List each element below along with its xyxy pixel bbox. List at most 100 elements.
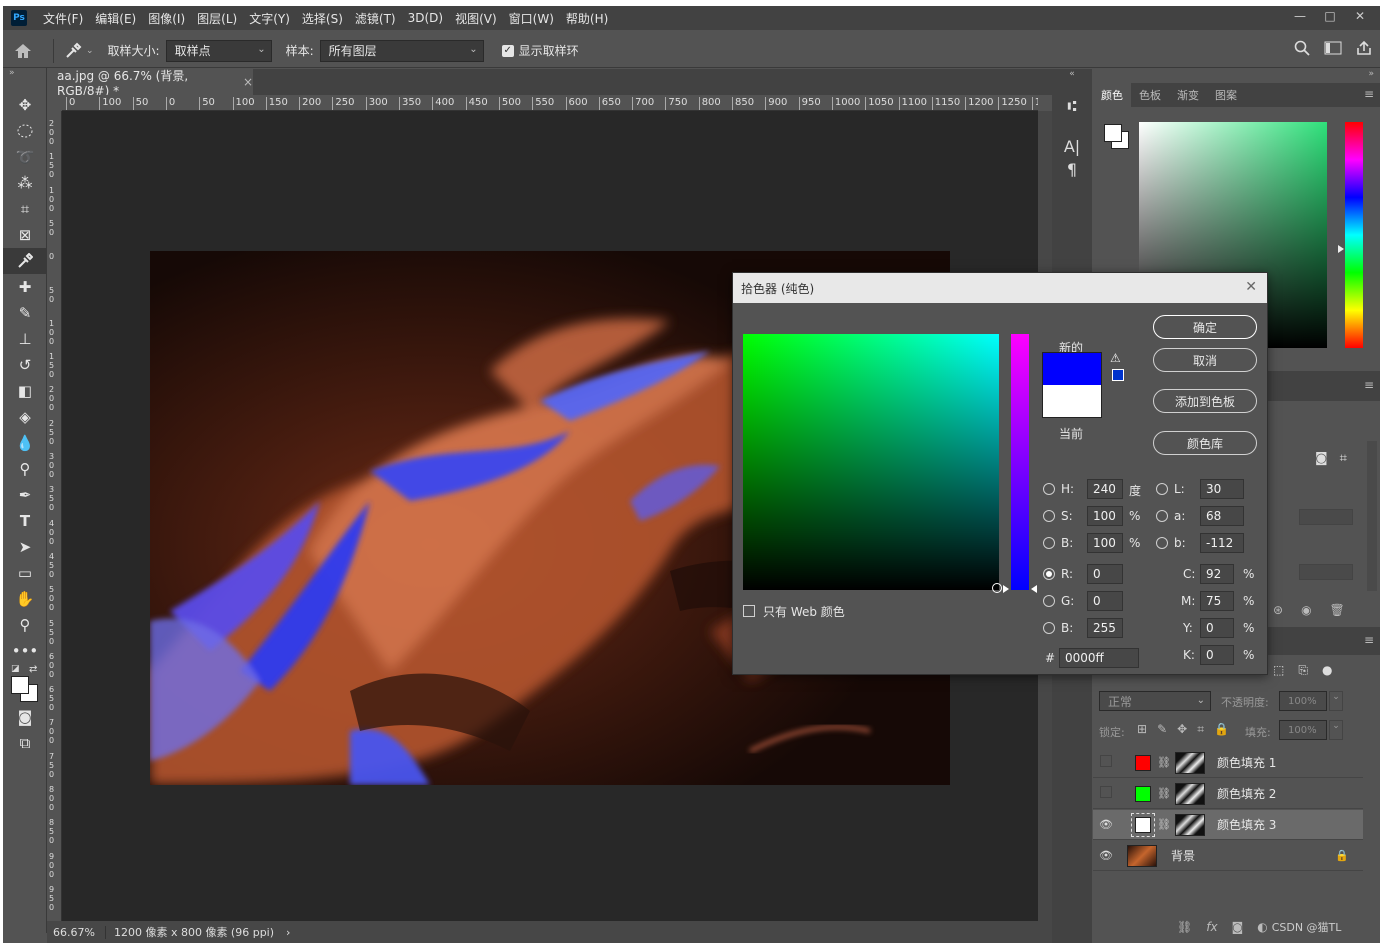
- type-tool-icon[interactable]: T: [3, 508, 47, 534]
- web-colors-label[interactable]: 只有 Web 颜色: [763, 603, 845, 620]
- paint-bucket-tool-icon[interactable]: ◈: [3, 404, 47, 430]
- lasso-tool-icon[interactable]: ➰: [3, 144, 47, 170]
- link-icon[interactable]: ⛓: [1157, 787, 1171, 800]
- lab-b-input[interactable]: -112: [1200, 533, 1244, 553]
- add-mask-icon[interactable]: ◙: [1232, 920, 1244, 934]
- blue-input[interactable]: 255: [1087, 618, 1123, 638]
- blend-mode-select[interactable]: 正常 ⌄: [1099, 691, 1211, 711]
- tab-gradients[interactable]: 渐变: [1169, 83, 1207, 107]
- search-icon[interactable]: [1294, 40, 1310, 56]
- layer-mask-thumbnail[interactable]: [1174, 813, 1205, 836]
- mask-icon[interactable]: ◙: [1315, 451, 1328, 466]
- menu-image[interactable]: 图像(I): [142, 10, 191, 27]
- layer-fill-swatch[interactable]: [1131, 812, 1155, 837]
- rectangle-tool-icon[interactable]: ▭: [3, 560, 47, 586]
- panel-menu-icon[interactable]: ≡: [1364, 633, 1374, 647]
- show-ring-checkbox[interactable]: ✓: [501, 44, 514, 57]
- clone-stamp-tool-icon[interactable]: ⊥: [3, 326, 47, 352]
- menu-window[interactable]: 窗口(W): [503, 10, 560, 27]
- filter-smart-object-icon[interactable]: ⎘: [1298, 663, 1308, 678]
- c-input[interactable]: 92: [1200, 564, 1234, 584]
- eyedropper-tool-icon[interactable]: [3, 248, 47, 274]
- hex-input[interactable]: 0000ff: [1059, 648, 1139, 668]
- layer-mask-thumbnail[interactable]: [1174, 751, 1205, 774]
- a-radio[interactable]: [1156, 510, 1168, 522]
- share-icon[interactable]: [1356, 40, 1372, 56]
- more-tools-icon[interactable]: •••: [3, 638, 47, 664]
- hue-slider[interactable]: [1011, 334, 1029, 590]
- s-radio[interactable]: [1043, 510, 1055, 522]
- character-panel-icon[interactable]: A|: [1062, 137, 1082, 156]
- a-input[interactable]: 68: [1200, 506, 1244, 526]
- opacity-chevron-icon[interactable]: ⌄: [1329, 691, 1343, 711]
- eye-icon[interactable]: 👁: [1093, 818, 1119, 831]
- visibility-icon[interactable]: ◉: [1301, 603, 1311, 617]
- default-colors-icon[interactable]: ◪: [11, 664, 20, 674]
- eye-option-icon[interactable]: ⊛: [1273, 603, 1283, 617]
- h-input[interactable]: 240: [1087, 479, 1123, 499]
- paragraph-panel-icon[interactable]: ¶: [1062, 160, 1082, 179]
- trash-icon[interactable]: 🗑: [1330, 603, 1345, 617]
- status-menu-arrow-icon[interactable]: ›: [274, 926, 290, 939]
- path-selection-tool-icon[interactable]: ➤: [3, 534, 47, 560]
- lock-transparent-icon[interactable]: ⊞: [1137, 722, 1147, 737]
- lab-b-radio[interactable]: [1156, 537, 1168, 549]
- blur-tool-icon[interactable]: 💧: [3, 430, 47, 456]
- document-tab[interactable]: aa.jpg @ 66.7% (背景, RGB/8#) * ×: [47, 69, 253, 98]
- m-input[interactable]: 75: [1200, 591, 1234, 611]
- collapse-panels-icon[interactable]: »: [1093, 69, 1380, 83]
- blue-radio[interactable]: [1043, 622, 1055, 634]
- show-ring-label[interactable]: 显示取样环: [519, 42, 579, 59]
- quick-mask-icon[interactable]: ◙: [3, 704, 47, 730]
- history-panel-icon[interactable]: ⑆: [1062, 97, 1082, 115]
- layer-row[interactable]: ⛓ 颜色填充 1: [1093, 748, 1363, 778]
- menu-edit[interactable]: 编辑(E): [89, 10, 142, 27]
- menu-type[interactable]: 文字(Y): [243, 10, 296, 27]
- menu-select[interactable]: 选择(S): [296, 10, 349, 27]
- fill-chevron-icon[interactable]: ⌄: [1329, 720, 1343, 740]
- r-input[interactable]: 0: [1087, 564, 1123, 584]
- layer-name[interactable]: 颜色填充 1: [1217, 754, 1276, 771]
- minimize-button[interactable]: —: [1288, 6, 1312, 26]
- menu-view[interactable]: 视图(V): [449, 10, 503, 27]
- fill-input[interactable]: 100%: [1279, 720, 1327, 740]
- link-icon[interactable]: ⛓: [1157, 756, 1171, 769]
- layer-name[interactable]: 颜色填充 3: [1217, 816, 1276, 833]
- web-colors-checkbox[interactable]: [743, 605, 755, 617]
- brightness-radio[interactable]: [1043, 537, 1055, 549]
- collapse-toolbar-icon[interactable]: »: [3, 68, 46, 92]
- panel-menu-icon[interactable]: ≡: [1364, 87, 1374, 101]
- lock-pixels-icon[interactable]: ✎: [1157, 722, 1167, 737]
- healing-brush-tool-icon[interactable]: ✚: [3, 274, 47, 300]
- g-input[interactable]: 0: [1087, 591, 1123, 611]
- cancel-button[interactable]: 取消: [1153, 348, 1257, 372]
- workspace-icon[interactable]: [1324, 41, 1342, 55]
- layer-fill-swatch[interactable]: [1135, 754, 1151, 771]
- brush-tool-icon[interactable]: ✎: [3, 300, 47, 326]
- lock-artboard-icon[interactable]: ⌗: [1197, 722, 1204, 737]
- sample-select[interactable]: 所有图层 ⌄: [319, 39, 484, 62]
- frame-tool-icon[interactable]: ⊠: [3, 222, 47, 248]
- menu-help[interactable]: 帮助(H): [560, 10, 614, 27]
- tab-patterns[interactable]: 图案: [1207, 83, 1245, 107]
- layer-fill-swatch[interactable]: [1135, 785, 1151, 802]
- current-color-swatch[interactable]: [1042, 385, 1102, 418]
- filter-shape-icon[interactable]: ⬚: [1273, 663, 1284, 678]
- k-input[interactable]: 0: [1200, 645, 1234, 665]
- layer-name[interactable]: 颜色填充 2: [1217, 785, 1276, 802]
- hand-tool-icon[interactable]: ✋: [3, 586, 47, 612]
- l-input[interactable]: 30: [1200, 479, 1244, 499]
- fx-icon[interactable]: fx: [1206, 920, 1217, 934]
- sample-size-select[interactable]: 取样点 ⌄: [165, 39, 272, 62]
- eraser-tool-icon[interactable]: ◧: [3, 378, 47, 404]
- magic-wand-tool-icon[interactable]: ⁂: [3, 170, 47, 196]
- lock-all-icon[interactable]: 🔒: [1214, 722, 1229, 737]
- add-to-swatches-button[interactable]: 添加到色板: [1153, 389, 1257, 413]
- tab-color[interactable]: 颜色: [1093, 83, 1131, 107]
- color-panel-fg-swatch[interactable]: [1104, 124, 1122, 142]
- warning-icon[interactable]: ⚠: [1110, 351, 1121, 365]
- color-libraries-button[interactable]: 颜色库: [1153, 431, 1257, 455]
- layer-mask-thumbnail[interactable]: [1174, 782, 1205, 805]
- collapse-strip-icon[interactable]: «: [1052, 69, 1092, 83]
- zoom-level[interactable]: 66.67%: [47, 925, 106, 939]
